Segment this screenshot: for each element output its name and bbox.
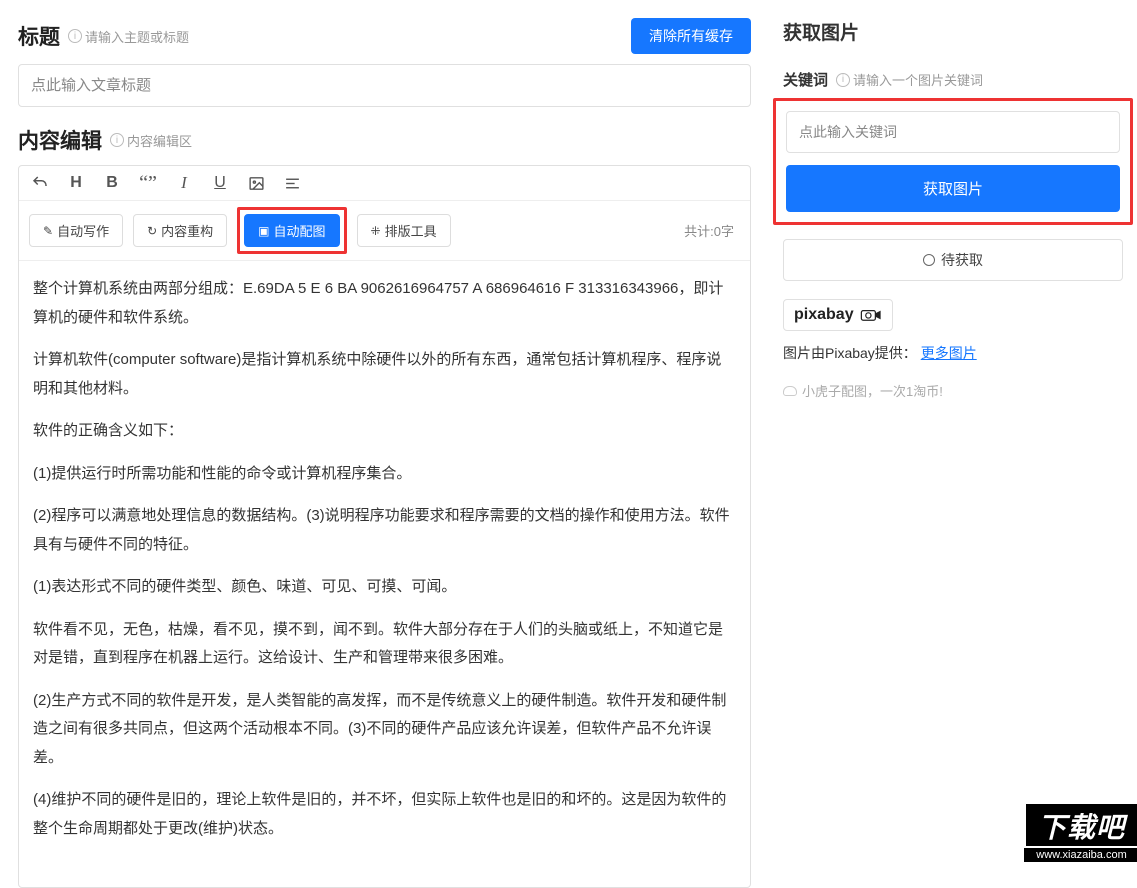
sidebar-panel: 获取图片 关键词 i 请输入一个图片关键词 获取图片 待获取 pixabay 图… (765, 0, 1137, 860)
paragraph: (1)提供运行时所需功能和性能的命令或计算机程序集合。 (33, 460, 736, 489)
paragraph: 软件看不见，无色，枯燥，看不见，摸不到，闻不到。软件大部分存在于人们的头脑或纸上… (33, 616, 736, 673)
image-icon[interactable] (245, 172, 267, 194)
keyword-input[interactable] (786, 111, 1120, 153)
editor-box: H B “” I U ✎ 自动写作 ↻ 内容重构 ▣ (18, 165, 751, 888)
title-heading: 标题 (18, 21, 60, 51)
keyword-hint: i 请输入一个图片关键词 (836, 70, 983, 89)
paragraph: 整个计算机系统由两部分组成：E.69DA 5 E 6 BA 9062616964… (33, 275, 736, 332)
auto-write-button[interactable]: ✎ 自动写作 (29, 214, 123, 247)
paragraph: 计算机软件(computer software)是指计算机系统中除硬件以外的所有… (33, 346, 736, 403)
editor-content[interactable]: 整个计算机系统由两部分组成：E.69DA 5 E 6 BA 9062616964… (19, 261, 750, 887)
word-counter: 共计:0字 (684, 221, 740, 240)
restructure-button[interactable]: ↻ 内容重构 (133, 214, 227, 247)
image-icon: ▣ (258, 224, 269, 238)
keyword-header: 关键词 i 请输入一个图片关键词 (783, 69, 1123, 90)
content-section-header: 内容编辑 i 内容编辑区 (18, 125, 751, 155)
pixabay-badge: pixabay (783, 299, 893, 331)
italic-icon[interactable]: I (173, 172, 195, 194)
paragraph: (2)程序可以满意地处理信息的数据结构。(3)说明程序功能要求和程序需要的文档的… (33, 502, 736, 559)
content-hint: i 内容编辑区 (110, 131, 192, 150)
align-icon[interactable] (281, 172, 303, 194)
title-section-header: 标题 i 请输入主题或标题 清除所有缓存 (18, 18, 751, 54)
article-title-input[interactable] (18, 64, 751, 107)
image-credit: 图片由Pixabay提供： 更多图片 (783, 343, 1123, 363)
fetch-image-button[interactable]: 获取图片 (786, 165, 1120, 212)
refresh-icon: ↻ (147, 224, 157, 238)
paragraph: (1)表达形式不同的硬件类型、颜色、味道、可见、可摸、可闻。 (33, 573, 736, 602)
main-panel: 标题 i 请输入主题或标题 清除所有缓存 内容编辑 i 内容编辑区 H B “”… (0, 0, 765, 860)
layout-icon: ⁜ (371, 224, 381, 238)
more-images-link[interactable]: 更多图片 (921, 345, 977, 361)
camera-icon (860, 308, 882, 322)
quote-icon[interactable]: “” (137, 172, 159, 194)
undo-icon[interactable] (29, 172, 51, 194)
keyword-highlight: 获取图片 (773, 98, 1133, 225)
info-icon: i (68, 29, 82, 43)
auto-image-highlight: ▣ 自动配图 (237, 207, 346, 254)
circle-icon (923, 254, 935, 266)
format-toolbar: H B “” I U (19, 166, 750, 201)
foot-note: 小虎子配图，一次1淘币! (783, 381, 1123, 400)
paragraph: 软件的正确含义如下： (33, 417, 736, 446)
paragraph: (4)维护不同的硬件是旧的，理论上软件是旧的，并不坏，但实际上软件也是旧的和坏的… (33, 786, 736, 843)
bold-icon[interactable]: B (101, 172, 123, 194)
pencil-icon: ✎ (43, 224, 53, 238)
content-heading: 内容编辑 (18, 125, 102, 155)
title-hint: i 请输入主题或标题 (68, 27, 189, 46)
auto-image-button[interactable]: ▣ 自动配图 (244, 214, 339, 247)
watermark-text: 下载吧 (1024, 802, 1137, 848)
heading-icon[interactable]: H (65, 172, 87, 194)
action-toolbar: ✎ 自动写作 ↻ 内容重构 ▣ 自动配图 ⁜ 排版工具 (19, 201, 750, 261)
cloud-icon (783, 386, 797, 396)
underline-icon[interactable]: U (209, 172, 231, 194)
watermark: 下载吧 www.xiazaiba.com (1024, 802, 1137, 862)
pending-status[interactable]: 待获取 (783, 239, 1123, 281)
layout-tool-button[interactable]: ⁜ 排版工具 (357, 214, 451, 247)
sidebar-heading: 获取图片 (783, 18, 1123, 45)
keyword-label: 关键词 (783, 69, 828, 90)
info-icon: i (836, 73, 850, 87)
paragraph: (2)生产方式不同的软件是开发，是人类智能的高发挥，而不是传统意义上的硬件制造。… (33, 687, 736, 773)
clear-cache-button[interactable]: 清除所有缓存 (631, 18, 751, 54)
info-icon: i (110, 133, 124, 147)
